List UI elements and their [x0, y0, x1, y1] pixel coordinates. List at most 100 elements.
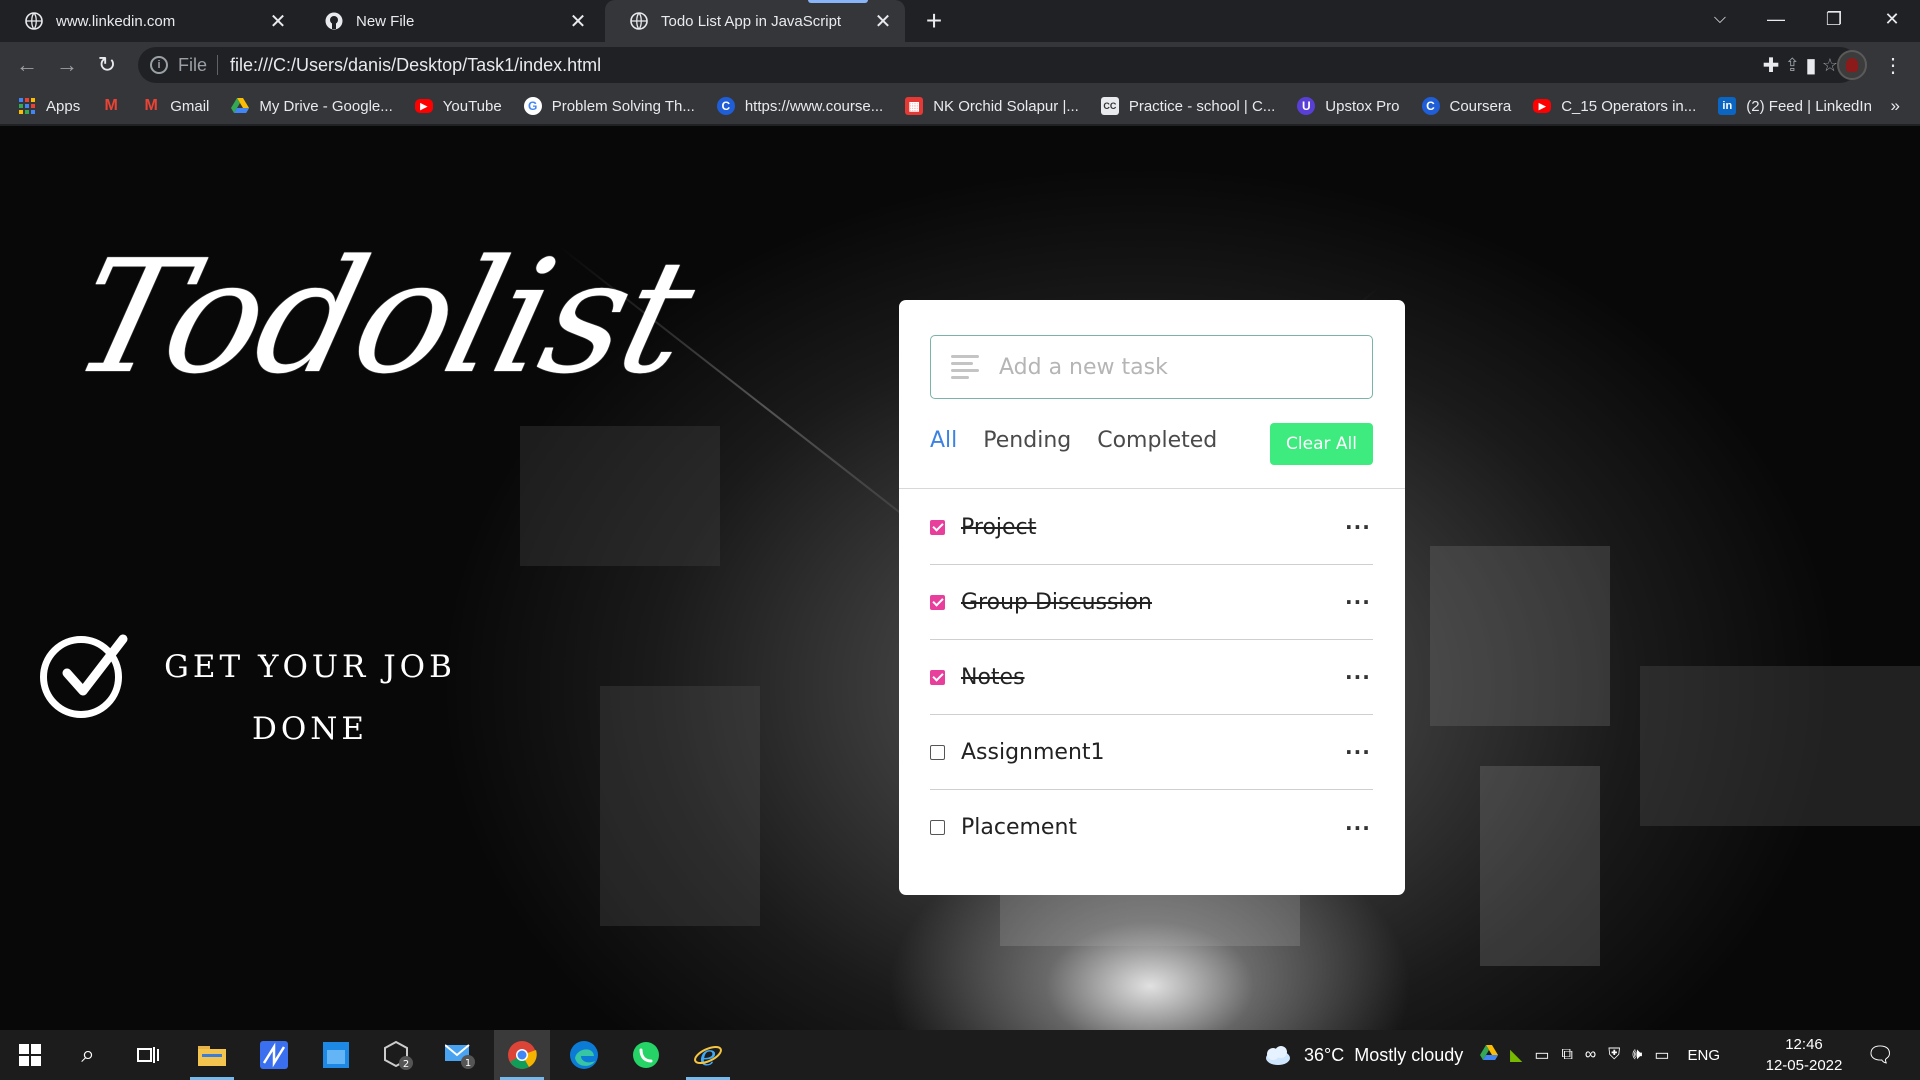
bookmark-gmail-icon-only[interactable]: M — [102, 97, 130, 115]
new-task-input[interactable] — [999, 354, 1299, 380]
url-separator — [217, 55, 219, 75]
close-tab-icon[interactable]: ✕ — [268, 11, 288, 33]
tab-new-file[interactable]: New File ✕ — [300, 0, 600, 42]
bookmark-label: YouTube — [442, 97, 502, 115]
internet-explorer-icon[interactable]: e — [680, 1030, 736, 1080]
back-button[interactable]: ← — [10, 48, 44, 82]
close-tab-icon[interactable]: ✕ — [873, 11, 893, 33]
tab-todo-app[interactable]: Todo List App in JavaScript ✕ — [605, 0, 905, 42]
task-label[interactable]: Assignment1 — [961, 740, 1345, 765]
network-icon[interactable]: ▭ — [1654, 1045, 1669, 1065]
store-app-icon[interactable] — [308, 1030, 364, 1080]
task-list: Project ··· Group Discussion ··· Notes ·… — [930, 490, 1373, 865]
bookmark-label: Problem Solving Th... — [551, 97, 695, 115]
whiteboard-app-icon[interactable] — [246, 1030, 302, 1080]
shield-icon[interactable]: ⛨ — [1608, 1046, 1620, 1064]
bookmark-linkedin-feed[interactable]: in (2) Feed | LinkedIn — [1718, 97, 1872, 115]
address-bar[interactable]: i File file:///C:/Users/danis/Desktop/Ta… — [138, 47, 1858, 83]
check-circle-icon — [40, 634, 128, 718]
github-icon — [324, 11, 344, 31]
task-label[interactable]: Placement — [961, 815, 1345, 840]
task-menu-icon[interactable]: ··· — [1345, 515, 1370, 539]
task-checkbox[interactable] — [930, 519, 945, 535]
task-checkbox[interactable] — [930, 820, 945, 835]
network-app-icon[interactable]: 2 — [370, 1030, 426, 1080]
windows-start-icon[interactable] — [2, 1030, 58, 1080]
task-view-icon[interactable] — [120, 1030, 176, 1080]
bookmark-youtube[interactable]: ▶ YouTube — [414, 97, 502, 115]
restore-button[interactable]: ❐ — [1806, 0, 1862, 38]
forward-button[interactable]: → — [50, 48, 84, 82]
side-panel-icon[interactable]: ▮ — [1796, 50, 1826, 80]
bookmark-label: Upstox Pro — [1325, 97, 1400, 115]
new-tab-button[interactable]: + — [918, 5, 950, 36]
linkedin-icon: in — [1718, 97, 1737, 115]
search-icon[interactable]: ⌕ — [60, 1030, 116, 1080]
tab-title: Todo List App in JavaScript — [661, 12, 842, 30]
edge-icon[interactable] — [556, 1030, 612, 1080]
bookmark-c15-operators[interactable]: ▶ C_15 Operators in... — [1533, 98, 1696, 115]
extensions-icon[interactable]: ✚ — [1756, 50, 1786, 80]
task-label[interactable]: Group Discussion — [961, 590, 1345, 615]
task-menu-icon[interactable]: ··· — [1345, 740, 1370, 764]
language-indicator[interactable]: ENG — [1688, 1047, 1721, 1064]
windows-taskbar: ⌕ 2 1 e 36°C Mostly cloudy ◣ ▭ ⧉ ∞ ⛨ 🕪 ▭… — [0, 1030, 1920, 1080]
weather-widget[interactable]: 36°C Mostly cloudy — [1262, 1030, 1463, 1080]
apps-grid-icon — [18, 97, 36, 115]
task-input-wrapper[interactable] — [930, 335, 1373, 399]
tab-search-button[interactable]: ⌵ — [1692, 0, 1748, 38]
reload-button[interactable]: ↻ — [90, 48, 124, 82]
task-checkbox[interactable] — [930, 594, 945, 610]
profile-avatar[interactable] — [1837, 50, 1867, 80]
tagline: GET YOUR JOB DONE — [160, 636, 460, 760]
whatsapp-icon[interactable] — [618, 1030, 674, 1080]
bookmark-apps[interactable]: Apps — [18, 97, 80, 115]
bookmark-coursera[interactable]: C Coursera — [1421, 97, 1511, 115]
filter-pending[interactable]: Pending — [983, 428, 1071, 453]
gmail-icon: M — [144, 97, 158, 114]
bookmark-practice-school[interactable]: CC Practice - school | C... — [1100, 97, 1275, 115]
google-drive-icon[interactable] — [1480, 1044, 1498, 1066]
info-icon[interactable]: i — [150, 56, 168, 74]
tab-linkedin[interactable]: www.linkedin.com ✕ — [0, 0, 300, 42]
close-window-button[interactable]: ✕ — [1864, 0, 1920, 38]
task-menu-icon[interactable]: ··· — [1345, 665, 1370, 689]
chrome-icon[interactable] — [494, 1030, 550, 1080]
task-label[interactable]: Project — [961, 515, 1345, 540]
minimize-button[interactable]: — — [1748, 0, 1804, 38]
task-checkbox[interactable] — [930, 669, 945, 685]
bookmark-gmail[interactable]: M Gmail — [142, 97, 210, 115]
browser-toolbar: ← → ↻ i File file:///C:/Users/danis/Desk… — [0, 42, 1920, 88]
task-label[interactable]: Notes — [961, 665, 1345, 690]
bookmark-label: Apps — [46, 97, 81, 115]
page-background: Todolist GET YOUR JOB DONE All Pending C… — [0, 126, 1920, 1030]
menu-kebab-icon[interactable]: ⋮ — [1878, 50, 1908, 80]
filter-all[interactable]: All — [930, 428, 957, 453]
task-menu-icon[interactable]: ··· — [1345, 590, 1370, 614]
copy-icon[interactable]: ⧉ — [1561, 1046, 1572, 1064]
bookmark-my-drive[interactable]: My Drive - Google... — [231, 97, 393, 115]
task-checkbox[interactable] — [930, 744, 945, 760]
notification-center-icon[interactable]: 🗨 — [1852, 1030, 1908, 1080]
bookmark-problem-solving[interactable]: G Problem Solving Th... — [523, 97, 695, 115]
more-bookmarks-button[interactable]: » — [1891, 96, 1900, 116]
mail-icon[interactable]: 1 — [432, 1030, 488, 1080]
nvidia-icon[interactable]: ◣ — [1510, 1045, 1522, 1065]
bookmark-coursera-url[interactable]: C https://www.course... — [716, 97, 883, 115]
weather-temp: 36°C — [1304, 1044, 1345, 1065]
clear-all-button[interactable]: Clear All — [1270, 423, 1373, 465]
filter-completed[interactable]: Completed — [1097, 428, 1217, 453]
bookmark-nk-orchid[interactable]: ▦ NK Orchid Solapur |... — [905, 97, 1079, 115]
link-icon[interactable]: ∞ — [1585, 1046, 1596, 1064]
battery-icon[interactable]: ▭ — [1534, 1045, 1549, 1065]
todo-card: All Pending Completed Clear All Project … — [899, 300, 1405, 895]
file-explorer-icon[interactable] — [184, 1030, 240, 1080]
volume-icon[interactable]: 🕪 — [1632, 1046, 1642, 1064]
task-menu-icon[interactable]: ··· — [1345, 816, 1370, 840]
clock[interactable]: 12:46 12-05-2022 — [1762, 1034, 1846, 1076]
task-item: Placement ··· — [930, 790, 1373, 865]
close-tab-icon[interactable]: ✕ — [568, 11, 588, 33]
task-item: Assignment1 ··· — [930, 715, 1373, 790]
bookmarks-bar: Apps M M Gmail My Drive - Google... ▶ Yo… — [0, 88, 1920, 125]
bookmark-upstox[interactable]: U Upstox Pro — [1297, 97, 1400, 115]
